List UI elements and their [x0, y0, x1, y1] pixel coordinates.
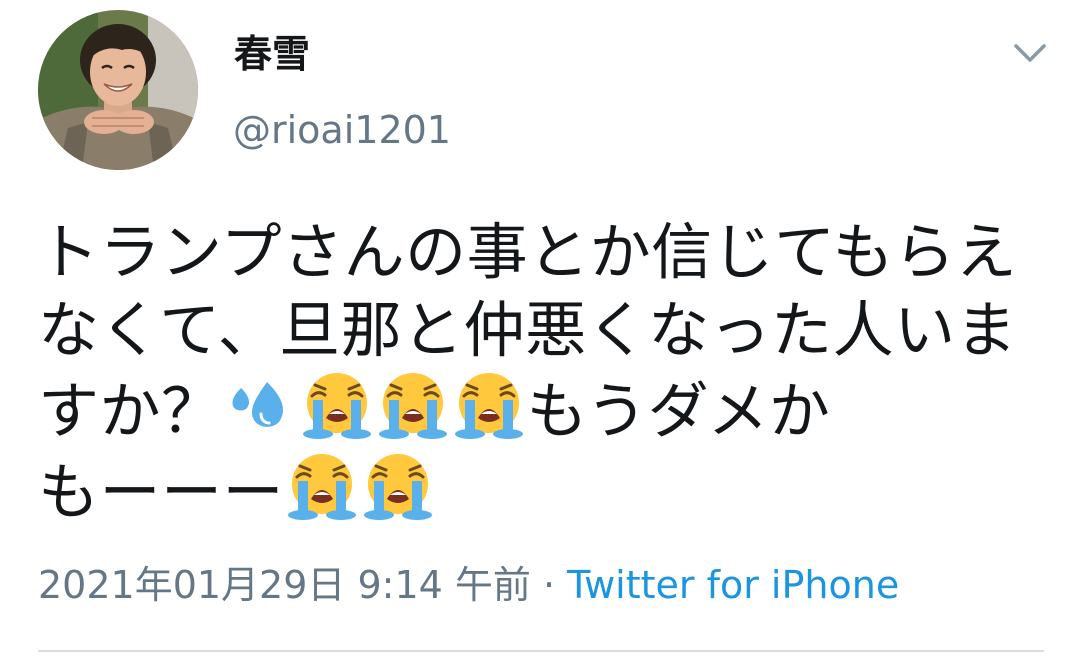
tweet-line: なくて、旦那と仲悪くなった人いま: [38, 295, 1018, 366]
source-link[interactable]: Twitter for iPhone: [567, 563, 899, 607]
tweet-card: 春雪 @rioai1201 トランプさんの事とか信じてもらえ なくて、旦那と仲悪…: [0, 0, 1080, 659]
loudly-crying-face-icon: [360, 451, 436, 521]
loudly-crying-face-icon: [284, 451, 360, 521]
chevron-down-icon[interactable]: [1008, 36, 1052, 72]
avatar[interactable]: [38, 10, 198, 170]
profile-photo-icon: [38, 10, 198, 170]
loudly-crying-face-icon: [299, 370, 375, 440]
timestamp[interactable]: 2021年01月29日 9:14 午前: [38, 563, 531, 607]
tweet-text-segment: もーーー: [38, 457, 285, 528]
tweet-text-segment: すか？: [38, 376, 223, 447]
sweat-droplets-icon: [223, 370, 299, 440]
loudly-crying-face-icon: [375, 370, 451, 440]
tweet-text: トランプさんの事とか信じてもらえ なくて、旦那と仲悪くなった人いま すか？ もうダ…: [38, 214, 1048, 532]
tweet-line: すか？ もうダメか: [38, 370, 1048, 451]
tweet-line: トランプさんの事とか信じてもらえ: [38, 217, 1018, 288]
tweet-meta: 2021年01月29日 9:14 午前 · Twitter for iPhone: [38, 560, 899, 610]
meta-separator: ·: [530, 563, 568, 607]
user-handle[interactable]: @rioai1201: [233, 106, 451, 154]
divider: [38, 650, 1044, 652]
loudly-crying-face-icon: [451, 370, 527, 440]
tweet-line: もーーー: [38, 451, 1048, 532]
display-name[interactable]: 春雪: [234, 30, 310, 78]
tweet-text-segment: もうダメか: [526, 376, 831, 447]
